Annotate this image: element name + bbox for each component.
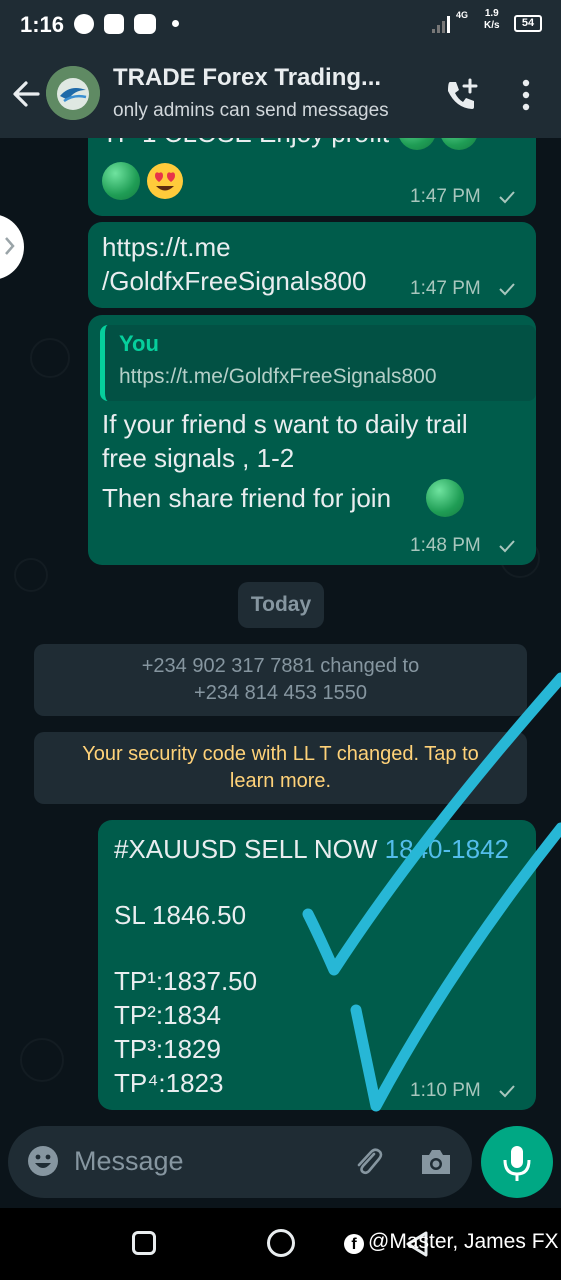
stop-loss: SL 1846.50 (114, 900, 247, 930)
system-nav-bar: f @Master, James FX (0, 1208, 561, 1280)
chat-header: TRADE Forex Trading... only admins can s… (0, 52, 561, 138)
message-line-3: Then share friend for join (102, 483, 392, 513)
security-line-2: learn more. (229, 770, 332, 792)
signal-heading: #XAUUSD SELL NOW 1840-1842 (114, 832, 509, 866)
quoted-message[interactable]: You https://t.me/GoldfxFreeSignals800 (100, 325, 536, 401)
chat-title[interactable]: TRADE Forex Trading... (113, 64, 381, 92)
status-time: 1:16 (20, 12, 65, 37)
chevron-right-icon (5, 237, 15, 255)
green-circle-emoji (102, 162, 140, 200)
battery-indicator: 54 (514, 15, 542, 32)
speed-unit: K/s (484, 20, 500, 31)
message-bubble[interactable]: TP 1 CLOSE Enjoy profit 1:47 PM (88, 138, 536, 216)
message-time: 1:47 PM (410, 278, 481, 299)
message-time: 1:10 PM (410, 1080, 481, 1101)
chat-area[interactable]: TP 1 CLOSE Enjoy profit 1:47 PM https://… (0, 138, 561, 1138)
message-time: 1:48 PM (410, 535, 481, 556)
facebook-icon: f (344, 1234, 364, 1254)
number-change-notice[interactable]: +234 902 317 7881 changed to +234 814 45… (34, 644, 527, 716)
group-logo-icon (46, 66, 100, 120)
signal-heading-text: #XAUUSD SELL NOW (114, 834, 385, 864)
add-call-icon[interactable] (444, 78, 480, 112)
shield-icon (104, 14, 124, 34)
home-button[interactable] (267, 1229, 295, 1257)
sent-tick-icon (499, 1085, 515, 1098)
green-circle-emoji (440, 138, 478, 150)
more-notifications-dot (172, 20, 179, 27)
attach-icon[interactable] (350, 1144, 386, 1180)
security-line-1: Your security code with LL T changed. Ta… (82, 743, 479, 765)
camera-icon[interactable] (418, 1144, 454, 1180)
sent-tick-icon (499, 283, 515, 296)
wallpaper-doodle (20, 1038, 64, 1082)
more-vert-icon[interactable] (516, 78, 536, 112)
take-profit-1: TP¹:1837.50 (114, 966, 258, 996)
message-time: 1:47 PM (410, 186, 481, 207)
sent-tick-icon (499, 191, 515, 204)
signal-icon (432, 16, 450, 33)
recent-apps-button[interactable] (132, 1231, 156, 1255)
message-input[interactable] (74, 1140, 344, 1182)
chat-subtitle: only admins can send messages (113, 100, 389, 121)
game-controller-icon (134, 14, 156, 34)
date-divider: Today (238, 582, 324, 628)
back-arrow-icon[interactable] (10, 76, 42, 112)
mic-icon (503, 1146, 531, 1181)
message-field[interactable] (8, 1126, 472, 1198)
sent-tick-icon (499, 540, 515, 553)
message-text: TP 1 CLOSE Enjoy profit (102, 138, 389, 150)
message-line-2: free signals , 1-2 (102, 443, 295, 473)
take-profit-3: TP³:1829 (114, 1034, 221, 1064)
message-bubble[interactable]: #XAUUSD SELL NOW 1840-1842 SL 1846.50 TP… (98, 820, 536, 1110)
mic-button[interactable] (481, 1126, 553, 1198)
emoji-icon[interactable] (26, 1144, 60, 1178)
link-line-1[interactable]: https://t.me (102, 230, 231, 264)
number-change-line-2: +234 814 453 1550 (194, 682, 367, 704)
network-type: 4G (456, 10, 469, 20)
heart-eyes-emoji (147, 163, 183, 199)
quote-text: https://t.me/GoldfxFreeSignals800 (119, 365, 437, 388)
composer-bar (0, 1126, 561, 1208)
message-bubble[interactable]: https://t.me /GoldfxFreeSignals800 1:47 … (88, 222, 536, 308)
group-avatar[interactable] (46, 66, 100, 120)
watermark-text: @Master, James FX (368, 1230, 559, 1253)
quote-author: You (119, 331, 159, 356)
notification-icon (74, 14, 94, 34)
take-profit-2: TP²:1834 (114, 1000, 221, 1030)
status-bar: 1:16 4G 1.9 K/s 54 (0, 0, 561, 52)
take-profit-4: TP⁴:1823 (114, 1068, 224, 1098)
network-speed: 1.9 K/s (484, 8, 500, 32)
message-line-1: If your friend s want to daily trail (102, 409, 468, 439)
wallpaper-doodle (14, 558, 48, 592)
green-circle-emoji (398, 138, 436, 150)
number-change-line-1: +234 902 317 7881 changed to (141, 655, 420, 677)
speed-value: 1.9 (484, 8, 499, 19)
security-code-notice[interactable]: Your security code with LL T changed. Ta… (34, 732, 527, 804)
green-circle-emoji (426, 479, 464, 517)
link-line-2[interactable]: /GoldfxFreeSignals800 (102, 264, 366, 298)
wallpaper-doodle (30, 338, 70, 378)
message-bubble[interactable]: You https://t.me/GoldfxFreeSignals800 If… (88, 315, 536, 565)
signal-entry-range: 1840-1842 (384, 834, 510, 864)
